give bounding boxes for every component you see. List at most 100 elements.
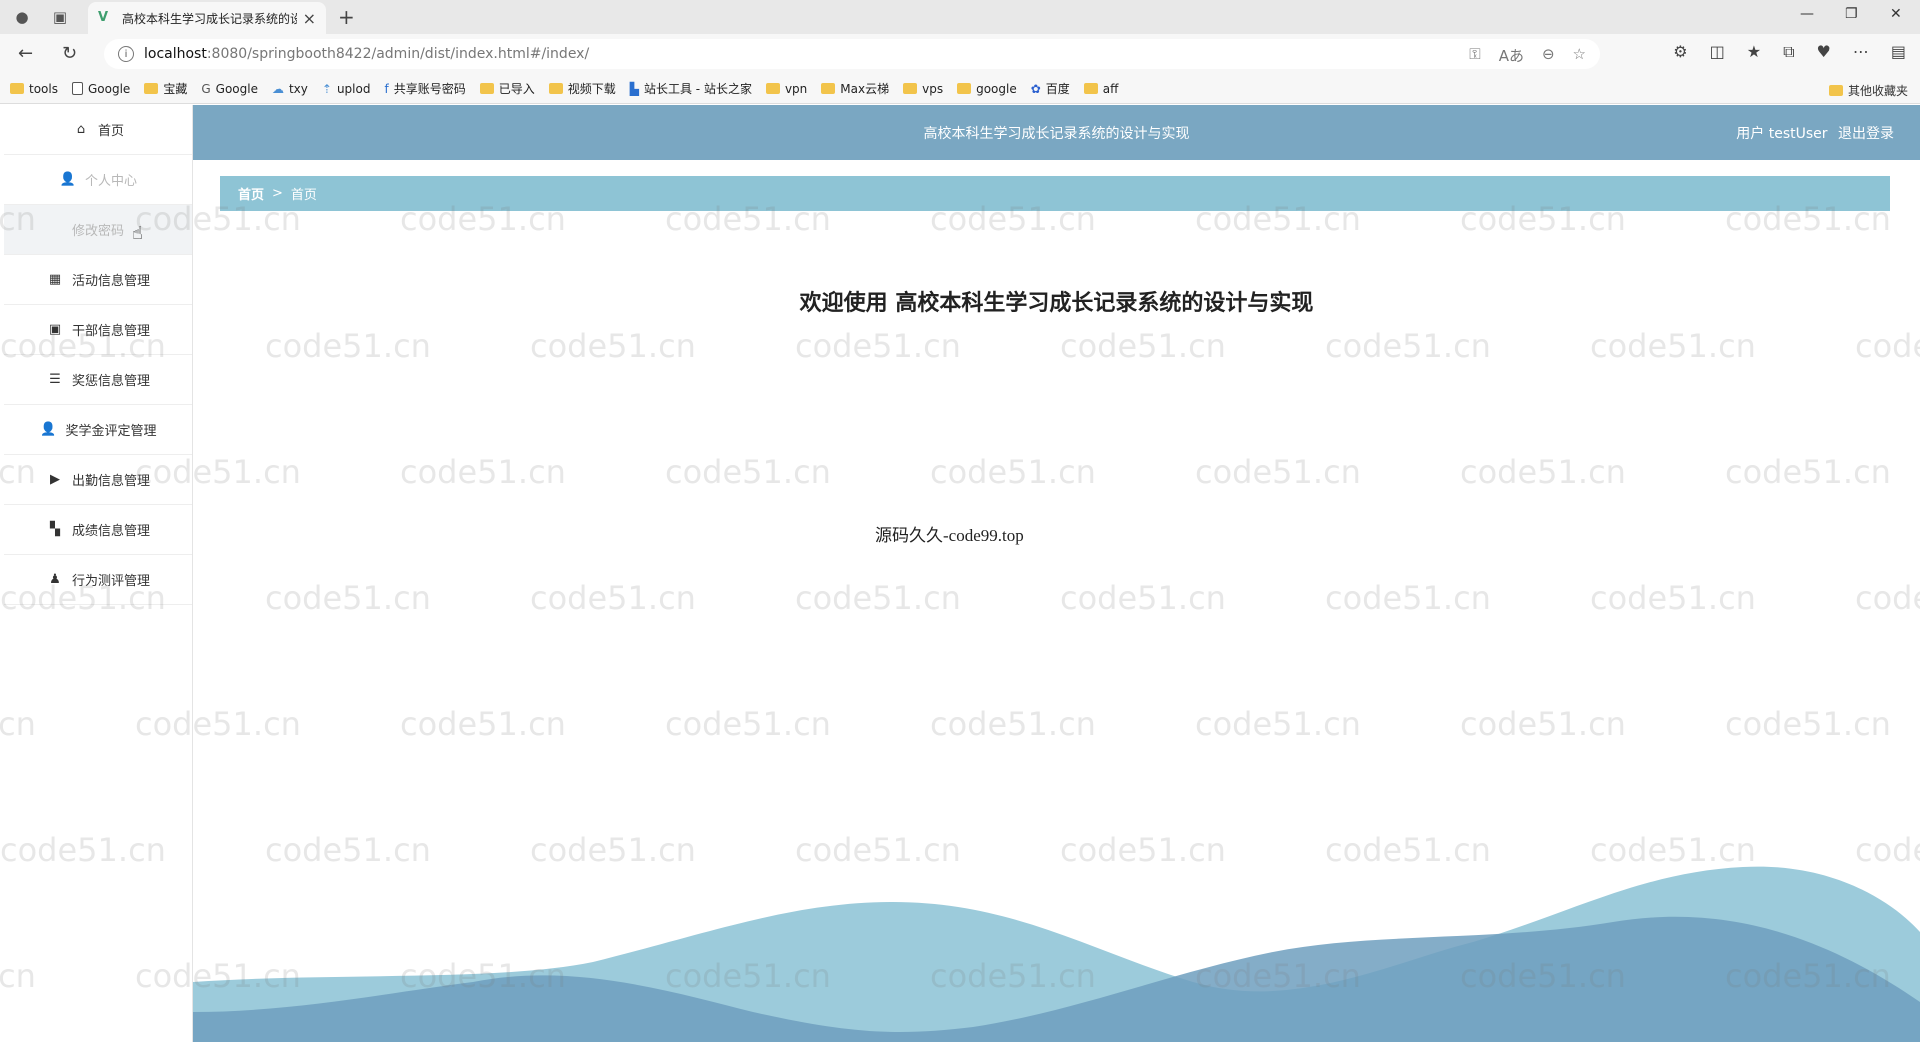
header-bar: 高校本科生学习成长记录系统的设计与实现 用户 testUser 退出登录 [193,105,1920,160]
sidebar-toggle-icon[interactable]: ▤ [1891,42,1906,62]
folder-icon [10,83,24,94]
main-content: 高校本科生学习成长记录系统的设计与实现 用户 testUser 退出登录 首页 … [193,105,1920,1042]
vue-favicon-icon: V [98,10,109,25]
user-upload-icon: ♟ [49,572,61,587]
bookmark-item[interactable]: 视频下载 [548,80,616,97]
tab-title: 高校本科生学习成长记录系统的设 [122,11,297,26]
sidebar-item-cadre[interactable]: ▣ 干部信息管理 [4,305,192,355]
tab-close-icon[interactable]: × [303,9,316,28]
user-label: 用户 testUser [1736,126,1828,142]
profile-icon[interactable]: ● [10,5,34,29]
bookmark-item[interactable]: aff [1083,82,1118,96]
split-screen-icon[interactable]: ◫ [1710,42,1725,62]
breadcrumb-separator: > [272,186,283,201]
sidebar-item-label: 行为测评管理 [71,574,150,589]
folder-icon [144,83,159,94]
header-title: 高校本科生学习成长记录系统的设计与实现 [923,126,1190,142]
user-icon: 👤 [40,422,57,437]
address-bar-row: ← ↻ i localhost:8080/springbooth8422/adm… [0,34,1920,74]
breadcrumb: 首页 > 首页 [220,176,1890,211]
bookmark-item[interactable]: G Google [201,82,258,96]
more-icon[interactable]: ⋯ [1853,42,1869,62]
extensions-icon[interactable]: ⚙ [1673,42,1687,62]
folder-icon [548,83,563,94]
welcome-title: 欢迎使用 高校本科生学习成长记录系统的设计与实现 [799,291,1314,316]
bookmark-item[interactable]: Max云梯 [821,80,889,97]
sidebar-item-attendance[interactable]: ▶ 出勤信息管理 [4,455,192,505]
bookmarks-bar: tools Google 宝藏 G Google ☁ txy ⇡ uplod f 共享账… [0,74,1920,104]
cloud-icon: ☁ [271,81,284,96]
restore-icon[interactable]: ❐ [1845,6,1858,22]
user-icon: 👤 [59,172,77,187]
bookmark-item[interactable]: 宝藏 [144,80,187,97]
browser-tab[interactable]: V 高校本科生学习成长记录系统的设 × [88,2,326,34]
folder-icon [765,83,780,94]
sidebar-item-label: 修改密码 [71,224,124,239]
url-path: :8080/springbooth8422/admin/dist/index.h… [206,46,590,62]
collections-icon[interactable]: ⧉ [1783,42,1794,62]
decorative-waves [193,866,1920,1042]
app-root: ⌂ 首页 👤 个人中心 修改密码 ▦ 活动信息管理 ▣ 干部信息管理 ☰ 奖惩信… [0,105,1920,1042]
breadcrumb-current: 首页 [290,188,317,203]
browser-essentials-icon[interactable]: ♥ [1817,42,1831,62]
folder-icon [1828,85,1843,96]
bookmark-item[interactable]: ✿ 百度 [1031,80,1070,97]
folder-icon [903,83,918,94]
google-icon: G [201,81,211,96]
bookmark-item[interactable]: vps [903,82,943,96]
header-user-area: 用户 testUser 退出登录 [1730,123,1894,143]
sidebar-item-personal-center[interactable]: 👤 个人中心 [4,155,192,205]
folder-icon [1083,83,1098,94]
key-icon[interactable]: ⚿ [1469,45,1480,66]
bookmark-item[interactable]: f 共享账号密码 [384,80,465,97]
camera-icon: ▶ [49,472,60,487]
url-host: localhost [144,46,207,62]
sidebar: ⌂ 首页 👤 个人中心 修改密码 ▦ 活动信息管理 ▣ 干部信息管理 ☰ 奖惩信… [4,105,193,1042]
read-aloud-icon[interactable]: Aあ [1499,45,1524,66]
source-text: 源码久久-code99.top [875,526,1024,545]
logout-link[interactable]: 退出登录 [1838,126,1894,142]
url-field[interactable]: i localhost:8080/springbooth8422/admin/d… [104,39,1600,69]
other-bookmarks[interactable]: 其他收藏夹 [1828,82,1908,99]
browser-tab-strip: ● ▣ V 高校本科生学习成长记录系统的设 × + — ❐ ✕ [0,0,1920,34]
sidebar-item-reward[interactable]: ☰ 奖惩信息管理 [4,355,192,405]
breadcrumb-root[interactable]: 首页 [238,184,264,203]
bookmark-item[interactable]: Google [71,82,130,96]
bookmark-item[interactable]: vpn [765,82,807,96]
bookmark-item[interactable]: google [957,82,1017,96]
sidebar-item-change-password[interactable]: 修改密码 [4,205,192,255]
sidebar-item-label: 出勤信息管理 [71,474,150,489]
sidebar-item-label: 成绩信息管理 [71,524,150,539]
bookmark-item[interactable]: ⇡ uplod [322,82,371,96]
box-icon: ▣ [48,322,62,337]
bookmark-item[interactable]: 已导入 [479,80,535,97]
bookmark-item[interactable]: tools [10,82,58,96]
close-window-icon[interactable]: ✕ [1890,6,1902,22]
sidebar-item-grades[interactable]: ▚ 成绩信息管理 [4,505,192,555]
sidebar-item-home[interactable]: ⌂ 首页 [4,105,192,155]
folder-icon [821,83,836,94]
site-info-icon[interactable]: i [118,46,134,62]
zoom-out-icon[interactable]: ⊖ [1542,45,1555,66]
folder-icon [479,83,494,94]
grid-icon: ▦ [48,272,62,287]
favorite-star-icon[interactable]: ☆ [1573,45,1586,66]
bookmark-item[interactable]: ☁ txy [272,82,308,96]
sidebar-item-behavior[interactable]: ♟ 行为测评管理 [4,555,192,605]
list-icon: ☰ [49,372,61,387]
sidebar-item-label: 干部信息管理 [71,324,150,339]
sidebar-item-activity[interactable]: ▦ 活动信息管理 [4,255,192,305]
folder-icon [957,83,972,94]
cloud-upload-icon: ⇡ [321,81,332,96]
refresh-icon[interactable]: ↻ [62,43,77,64]
favorites-icon[interactable]: ★ [1747,42,1761,62]
tab-actions-icon[interactable]: ▣ [48,5,72,29]
new-tab-icon[interactable]: + [338,5,355,29]
minimize-icon[interactable]: — [1800,6,1814,22]
squares-icon: ▚ [49,522,60,537]
baidu-icon: ✿ [1030,81,1041,96]
back-icon[interactable]: ← [18,43,33,64]
share-icon: f [384,81,389,96]
bookmark-item[interactable]: ▙ 站长工具 - 站长之家 [630,80,752,97]
sidebar-item-scholarship[interactable]: 👤 奖学金评定管理 [4,405,192,455]
